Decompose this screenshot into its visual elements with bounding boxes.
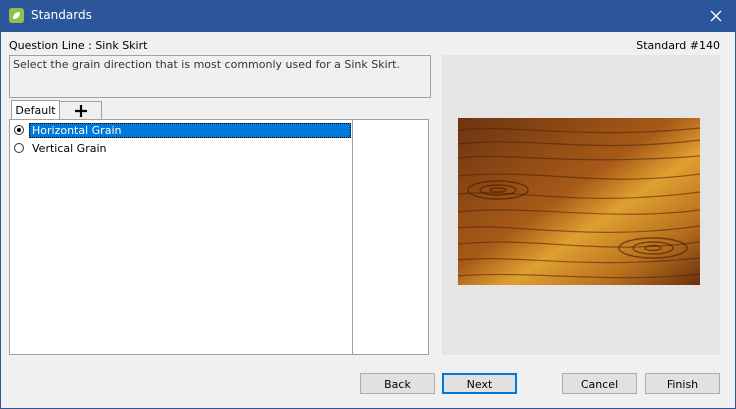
dialog-body: Question Line : Sink Skirt Standard #140… — [1, 32, 735, 408]
options-list: Horizontal Grain Vertical Grain — [9, 119, 429, 355]
question-line-label: Question Line : Sink Skirt — [9, 39, 148, 52]
close-button[interactable] — [696, 0, 736, 32]
add-tab-button[interactable] — [59, 101, 102, 120]
title-bar: Standards — [0, 0, 736, 32]
cancel-button[interactable]: Cancel — [562, 373, 637, 394]
next-button[interactable]: Next — [442, 373, 517, 394]
tab-default[interactable]: Default — [11, 100, 60, 120]
leaf-app-icon — [9, 8, 24, 23]
window-title: Standards — [31, 8, 92, 22]
plus-icon — [74, 105, 87, 117]
option-label[interactable]: Horizontal Grain — [29, 123, 351, 138]
standard-number: Standard #140 — [636, 39, 720, 52]
option-horizontal-grain[interactable]: Horizontal Grain — [14, 123, 352, 138]
option-vertical-grain[interactable]: Vertical Grain — [14, 141, 352, 156]
list-divider — [352, 120, 353, 354]
question-text-box: Select the grain direction that is most … — [9, 55, 431, 98]
back-button[interactable]: Back — [360, 373, 435, 394]
radio-button[interactable] — [14, 125, 24, 135]
option-label[interactable]: Vertical Grain — [29, 141, 110, 156]
image-preview-panel — [442, 55, 720, 355]
finish-button[interactable]: Finish — [645, 373, 720, 394]
close-icon — [710, 10, 722, 22]
wood-grain-image — [458, 118, 700, 285]
radio-button[interactable] — [14, 143, 24, 153]
